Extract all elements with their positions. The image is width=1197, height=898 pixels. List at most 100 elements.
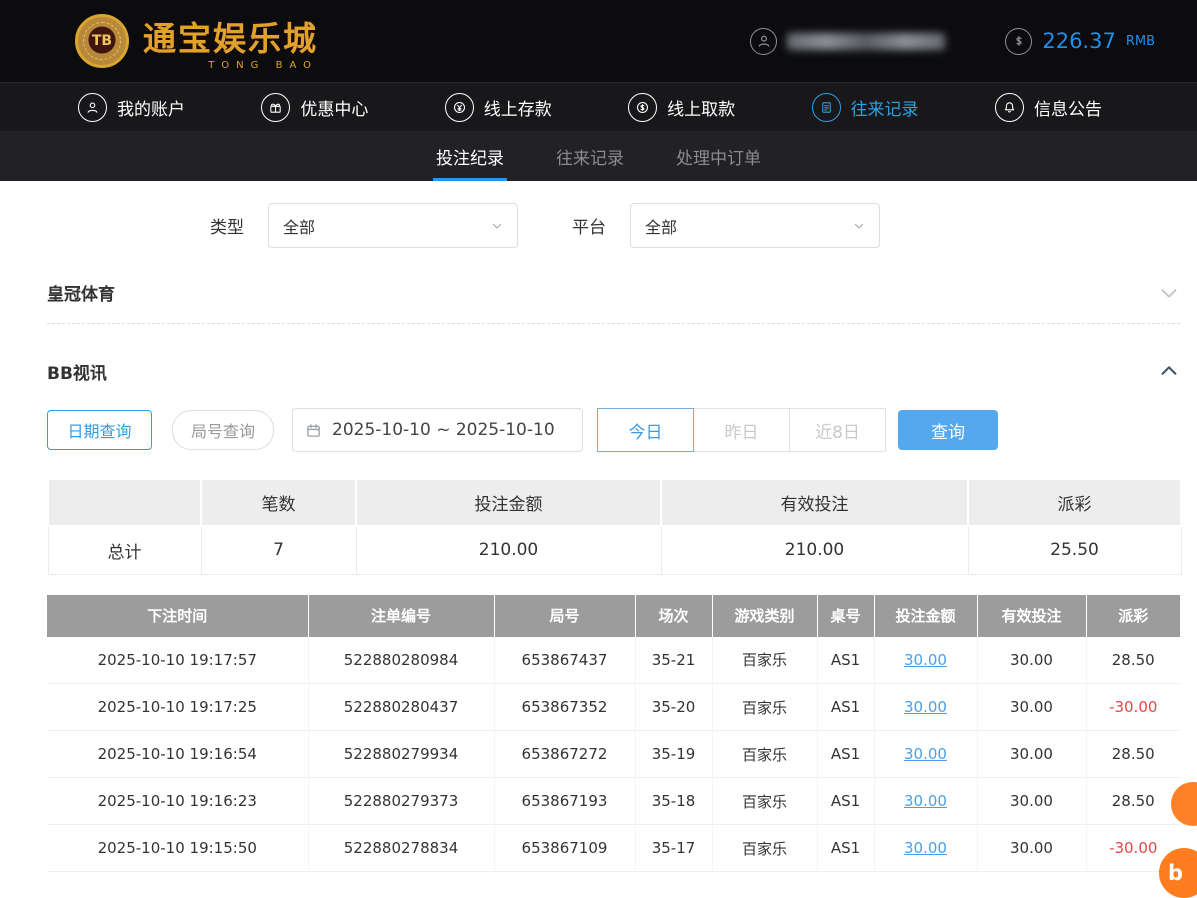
bet-table-body: 2025-10-10 19:17:57 522880280984 653867437…	[47, 636, 1180, 872]
chat-widget-button[interactable]: b	[1159, 848, 1197, 898]
records-icon	[811, 92, 841, 122]
balance-currency: RMB	[1125, 33, 1155, 49]
table-cell: 35-21	[635, 636, 713, 684]
nav-item-deposit[interactable]: 线上存款	[444, 92, 552, 122]
bet-amount-link[interactable]: 30.00	[904, 792, 947, 810]
bet-table-header: 投注金额	[874, 594, 978, 637]
table-cell: 2025-10-10 19:16:54	[47, 730, 309, 778]
nav-label: 优惠中心	[300, 99, 369, 120]
main-nav: 我的账户 优惠中心 线上存款 线上取款 往来记录 信息公告	[0, 82, 1197, 131]
bet-amount-link[interactable]: 30.00	[904, 745, 947, 763]
platform-select[interactable]: 全部	[630, 203, 880, 248]
section-title: 皇冠体育	[47, 285, 115, 305]
search-button[interactable]: 查询	[898, 410, 998, 450]
type-filter-label: 类型	[210, 218, 244, 238]
bet-amount-link[interactable]: 30.00	[904, 698, 947, 716]
top-bar: TB 通宝娱乐城 TONG BAO 226.37 RMB	[0, 0, 1197, 82]
table-cell: 653867109	[494, 824, 636, 872]
table-row: 2025-10-10 19:17:57 522880280984 653867437…	[47, 636, 1180, 684]
withdraw-icon	[628, 92, 658, 122]
table-cell: 653867272	[494, 730, 636, 778]
table-cell: 百家乐	[712, 636, 818, 684]
table-row: 2025-10-10 19:15:50 522880278834 653867109…	[47, 824, 1180, 872]
summary-bet-amount: 210.00	[355, 525, 662, 575]
nav-item-records[interactable]: 往来记录	[811, 92, 919, 122]
nav-item-announcements[interactable]: 信息公告	[994, 92, 1102, 122]
tab-betting-records[interactable]: 投注纪录	[433, 131, 507, 181]
today-button[interactable]: 今日	[597, 408, 694, 452]
tab-processing-orders[interactable]: 处理中订单	[673, 131, 764, 181]
bet-table-header: 桌号	[817, 594, 875, 637]
nav-label: 我的账户	[117, 99, 185, 120]
summary-valid-bet: 210.00	[660, 525, 969, 575]
calendar-icon	[305, 422, 322, 439]
bet-amount-cell[interactable]: 30.00	[874, 636, 978, 684]
table-cell: AS1	[817, 824, 875, 872]
type-select[interactable]: 全部	[268, 203, 518, 248]
nav-label: 线上存款	[483, 99, 552, 120]
table-cell: 30.00	[977, 824, 1087, 872]
tab-transaction-records[interactable]: 往来记录	[553, 131, 627, 181]
top-right-area: 226.37 RMB	[750, 27, 1155, 55]
type-select-value: 全部	[283, 217, 316, 237]
platform-select-value: 全部	[645, 217, 678, 237]
table-cell: 653867193	[494, 777, 636, 825]
casino-chip-icon: TB	[75, 14, 129, 68]
bet-table-header: 局号	[494, 594, 636, 637]
table-cell: AS1	[817, 777, 875, 825]
chevron-down-icon	[491, 220, 503, 232]
table-cell: 653867437	[494, 636, 636, 684]
table-row: 2025-10-10 19:17:25 522880280437 653867352…	[47, 683, 1180, 731]
bet-amount-link[interactable]: 30.00	[904, 651, 947, 669]
bet-table-header: 注单编号	[308, 594, 495, 637]
table-cell: 28.50	[1086, 636, 1180, 684]
table-cell: 35-17	[635, 824, 713, 872]
dollar-icon	[1005, 27, 1033, 55]
date-range-input[interactable]: 2025-10-10 ~ 2025-10-10	[292, 408, 583, 452]
balance-display[interactable]: 226.37 RMB	[1005, 27, 1155, 55]
table-cell: 28.50	[1086, 777, 1180, 825]
table-cell: 30.00	[977, 636, 1087, 684]
section-bb-video[interactable]: BB视讯	[47, 340, 1180, 402]
section-title: BB视讯	[47, 363, 107, 384]
summary-header-bet-amount: 投注金额	[355, 478, 662, 527]
table-cell: 2025-10-10 19:15:50	[47, 824, 309, 872]
summary-total-label: 总计	[47, 525, 202, 575]
nav-item-withdraw[interactable]: 线上取款	[628, 92, 736, 122]
table-cell: 522880279934	[308, 730, 495, 778]
table-cell: 2025-10-10 19:17:25	[47, 683, 309, 731]
brand-text: 通宝娱乐城 TONG BAO	[143, 12, 318, 71]
summary-header	[47, 478, 202, 527]
query-toolbar: 日期查询 局号查询 2025-10-10 ~ 2025-10-10 今日 昨日 …	[47, 408, 1180, 452]
table-cell: 百家乐	[712, 824, 818, 872]
username-blurred	[787, 32, 946, 50]
account-icon	[78, 92, 107, 122]
section-crown-sports[interactable]: 皇冠体育	[47, 262, 1180, 324]
brand-logo[interactable]: TB 通宝娱乐城 TONG BAO	[75, 12, 318, 71]
round-query-button[interactable]: 局号查询	[172, 410, 274, 450]
table-cell: 522880278834	[308, 824, 495, 872]
announcement-icon	[994, 92, 1024, 122]
table-cell: 百家乐	[712, 683, 818, 731]
last-8-days-button[interactable]: 近8日	[789, 408, 886, 452]
yesterday-button[interactable]: 昨日	[693, 408, 790, 452]
nav-label: 信息公告	[1033, 99, 1102, 120]
summary-table: 笔数 投注金额 有效投注 派彩 总计 7 210.00 210.00 25.50	[47, 478, 1182, 575]
chevron-up-icon	[1158, 360, 1180, 382]
bet-amount-cell[interactable]: 30.00	[874, 777, 978, 825]
nav-item-account[interactable]: 我的账户	[78, 92, 185, 122]
table-cell: 28.50	[1086, 730, 1180, 778]
nav-label: 线上取款	[667, 99, 736, 120]
bet-amount-cell[interactable]: 30.00	[874, 730, 978, 778]
chat-widget-letter: b	[1168, 861, 1184, 885]
bet-amount-cell[interactable]: 30.00	[874, 683, 978, 731]
bet-amount-link[interactable]: 30.00	[904, 839, 947, 857]
date-query-button[interactable]: 日期查询	[47, 410, 152, 450]
bet-amount-cell[interactable]: 30.00	[874, 824, 978, 872]
nav-item-promotions[interactable]: 优惠中心	[261, 92, 369, 122]
user-account[interactable]	[750, 27, 946, 55]
table-cell: 30.00	[977, 730, 1087, 778]
promo-icon	[261, 92, 291, 122]
table-cell: 2025-10-10 19:16:23	[47, 777, 309, 825]
filter-row: 类型 全部 平台 全部	[210, 203, 1180, 248]
